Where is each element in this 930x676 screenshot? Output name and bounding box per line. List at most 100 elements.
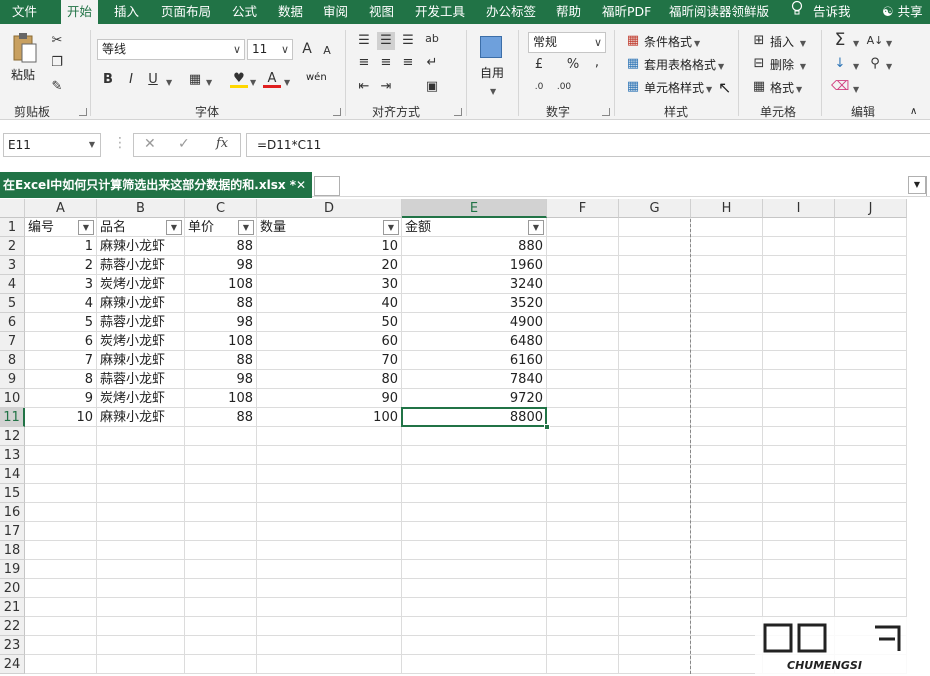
empty-cell[interactable] — [835, 313, 907, 332]
empty-cell[interactable] — [185, 598, 257, 617]
empty-cell[interactable] — [763, 351, 835, 370]
empty-cell[interactable] — [97, 522, 185, 541]
empty-cell[interactable] — [691, 294, 763, 313]
data-cell[interactable]: 98 — [185, 256, 257, 275]
sort-filter-icon[interactable]: A↓ — [866, 32, 884, 50]
column-header[interactable]: C — [185, 199, 257, 218]
enter-icon[interactable]: ✓ — [178, 136, 190, 152]
empty-cell[interactable] — [97, 598, 185, 617]
clear-icon[interactable]: ⌫ — [831, 78, 849, 96]
close-icon[interactable]: ✕ — [296, 172, 306, 198]
empty-cell[interactable] — [97, 446, 185, 465]
empty-cell[interactable] — [547, 655, 619, 674]
bold-button[interactable]: B — [99, 71, 117, 89]
data-cell[interactable]: 3520 — [402, 294, 547, 313]
empty-cell[interactable] — [763, 332, 835, 351]
empty-cell[interactable] — [25, 579, 97, 598]
empty-cell[interactable] — [257, 617, 402, 636]
empty-cell[interactable] — [97, 484, 185, 503]
align-bottom-icon[interactable]: ☰ — [399, 32, 417, 50]
empty-cell[interactable] — [97, 541, 185, 560]
filter-dropdown-icon[interactable]: ▼ — [383, 220, 399, 235]
filter-dropdown-icon[interactable]: ▼ — [528, 220, 544, 235]
empty-cell[interactable] — [763, 503, 835, 522]
empty-cell[interactable] — [402, 503, 547, 522]
data-cell[interactable]: 麻辣小龙虾 — [97, 294, 185, 313]
merge-center-icon[interactable]: ▣ — [423, 78, 441, 96]
empty-cell[interactable] — [547, 465, 619, 484]
font-color-icon[interactable]: A — [263, 70, 281, 88]
percent-button[interactable]: % — [564, 56, 582, 74]
data-cell[interactable]: 6480 — [402, 332, 547, 351]
empty-cell[interactable] — [835, 294, 907, 313]
empty-cell[interactable] — [257, 427, 402, 446]
empty-cell[interactable] — [97, 503, 185, 522]
empty-cell[interactable] — [763, 465, 835, 484]
conditional-format-icon[interactable]: ▦ — [624, 32, 642, 50]
empty-cell[interactable] — [25, 655, 97, 674]
empty-cell[interactable] — [185, 484, 257, 503]
empty-cell[interactable] — [763, 541, 835, 560]
empty-cell[interactable] — [185, 446, 257, 465]
data-cell[interactable]: 麻辣小龙虾 — [97, 237, 185, 256]
empty-cell[interactable] — [619, 503, 691, 522]
spreadsheet-grid[interactable]: A B C D E F G H I J 1 编号 ▼ 品名 ▼ 单价 ▼ 数量 ▼ 金额 ▼ 2 1 麻辣小龙虾 88 10 880… — [0, 199, 930, 676]
tab-insert[interactable]: 插入 — [114, 0, 139, 24]
data-cell[interactable]: 5 — [25, 313, 97, 332]
data-cell[interactable]: 20 — [257, 256, 402, 275]
data-cell[interactable]: 3240 — [402, 275, 547, 294]
empty-cell[interactable] — [835, 522, 907, 541]
data-cell[interactable]: 108 — [185, 389, 257, 408]
empty-cell[interactable] — [835, 389, 907, 408]
empty-cell[interactable] — [547, 389, 619, 408]
cut-icon[interactable]: ✂ — [48, 32, 66, 50]
delete-cells-icon[interactable]: ⊟ — [750, 55, 768, 73]
empty-cell[interactable] — [835, 484, 907, 503]
fill-color-icon[interactable]: ♥ — [230, 70, 248, 88]
align-middle-icon[interactable]: ☰ — [377, 32, 395, 50]
empty-cell[interactable] — [619, 256, 691, 275]
empty-cell[interactable] — [619, 465, 691, 484]
row-header[interactable]: 9 — [0, 370, 25, 389]
row-header[interactable]: 6 — [0, 313, 25, 332]
empty-cell[interactable] — [691, 313, 763, 332]
font-color-dropdown-icon[interactable]: ▼ — [282, 73, 290, 91]
empty-cell[interactable] — [185, 579, 257, 598]
empty-cell[interactable] — [619, 237, 691, 256]
data-cell[interactable]: 70 — [257, 351, 402, 370]
borders-dropdown-icon[interactable]: ▼ — [204, 73, 212, 91]
empty-cell[interactable] — [25, 446, 97, 465]
empty-cell[interactable] — [257, 503, 402, 522]
empty-cell[interactable] — [619, 294, 691, 313]
column-header[interactable]: F — [547, 199, 619, 218]
empty-cell[interactable] — [25, 503, 97, 522]
borders-icon[interactable]: ▦ — [186, 71, 204, 89]
empty-cell[interactable] — [402, 541, 547, 560]
align-top-icon[interactable]: ☰ — [355, 32, 373, 50]
header-cell[interactable]: 品名 ▼ — [97, 218, 185, 237]
empty-cell[interactable] — [547, 484, 619, 503]
row-header[interactable]: 16 — [0, 503, 25, 522]
find-select-icon[interactable]: ⚲ — [866, 55, 884, 73]
empty-cell[interactable] — [619, 636, 691, 655]
share-button[interactable]: ☯ 共享 — [882, 0, 923, 24]
row-header[interactable]: 10 — [0, 389, 25, 408]
row-header[interactable]: 3 — [0, 256, 25, 275]
tab-developer[interactable]: 开发工具 — [415, 0, 465, 24]
select-all-corner[interactable] — [0, 199, 25, 218]
empty-cell[interactable] — [185, 617, 257, 636]
filter-dropdown-icon[interactable]: ▼ — [238, 220, 254, 235]
data-cell[interactable]: 10 — [25, 408, 97, 427]
empty-cell[interactable] — [25, 617, 97, 636]
empty-cell[interactable] — [97, 579, 185, 598]
empty-cell[interactable] — [691, 522, 763, 541]
data-cell[interactable]: 1960 — [402, 256, 547, 275]
empty-cell[interactable] — [547, 522, 619, 541]
empty-cell[interactable] — [835, 351, 907, 370]
empty-cell[interactable] — [763, 237, 835, 256]
empty-cell[interactable] — [619, 541, 691, 560]
empty-cell[interactable] — [185, 522, 257, 541]
empty-cell[interactable] — [763, 370, 835, 389]
row-header[interactable]: 5 — [0, 294, 25, 313]
empty-cell[interactable] — [25, 541, 97, 560]
